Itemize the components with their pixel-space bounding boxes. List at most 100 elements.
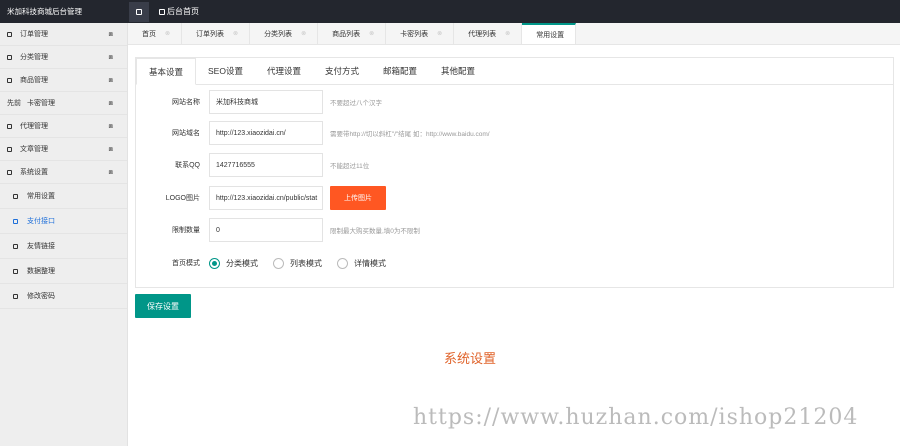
sidebar-item-articles[interactable]: 文章管理 ⧈ bbox=[0, 138, 127, 161]
sidebar-item-products[interactable]: 商品管理 ⧈ bbox=[0, 69, 127, 92]
expand-icon[interactable]: ⧈ bbox=[109, 146, 113, 154]
tab-label: 订单列表 bbox=[196, 30, 225, 38]
qq-row: 联系QQ 1427716555 不能超过11位 bbox=[136, 153, 895, 177]
payment-icon bbox=[13, 218, 18, 224]
sidebar-subitem-label: 数据整理 bbox=[27, 268, 55, 275]
limit-label: 限制数量 bbox=[172, 227, 200, 234]
sidebar-subitem-links[interactable]: 友情链接 bbox=[0, 234, 127, 259]
watermark: https://www.huzhan.com/ishop21204 bbox=[413, 405, 859, 430]
logo-input[interactable]: http://123.xiaozidai.cn/public/stat bbox=[209, 186, 323, 210]
homepage-mode-label: 首页模式 bbox=[172, 260, 200, 267]
top-bar: 米加科技商城后台管理 后台首页 bbox=[0, 0, 900, 23]
radio-list-mode[interactable]: 列表模式 bbox=[273, 257, 322, 269]
tab-orders[interactable]: 订单列表 ⊗ bbox=[182, 23, 251, 44]
qq-hint: 不能超过11位 bbox=[330, 163, 370, 170]
domain-hint: 需要带http://切以斜杠"/"结尾 如：http://www.baidu.c… bbox=[330, 131, 490, 138]
radio-label: 分类模式 bbox=[226, 258, 258, 268]
sidebar-subitem-common-settings[interactable]: 常用设置 bbox=[0, 184, 127, 209]
close-icon[interactable]: ⊗ bbox=[369, 30, 374, 37]
home-link[interactable]: 后台首页 bbox=[159, 6, 199, 17]
sidebar-subitem-label: 常用设置 bbox=[27, 193, 55, 200]
common-settings-icon bbox=[13, 193, 18, 199]
sidebar-item-label: 系统设置 bbox=[20, 169, 48, 176]
sidebar-item-label: 文章管理 bbox=[20, 146, 48, 153]
radio-checked-icon bbox=[209, 257, 220, 269]
expand-icon[interactable]: ⧈ bbox=[109, 100, 113, 108]
homepage-mode-row: 首页模式 分类模式 列表模式 详情模式 bbox=[136, 251, 895, 275]
expand-icon[interactable]: ⧈ bbox=[109, 77, 113, 85]
close-icon[interactable]: ⊗ bbox=[437, 30, 442, 37]
close-icon[interactable]: ⊗ bbox=[301, 30, 306, 37]
tab-label: 代理列表 bbox=[468, 30, 497, 38]
limit-hint: 限制最大购买数量,填0为不限制 bbox=[330, 228, 420, 235]
sidebar-item-system[interactable]: 系统设置 ⧈ bbox=[0, 161, 127, 184]
sidebar-subitem-payment[interactable]: 支付接口 bbox=[0, 209, 127, 234]
articles-icon bbox=[7, 146, 12, 152]
sidebar: 订单管理 ⧈ 分类管理 ⧈ 商品管理 ⧈ 先前 卡密管理 ⧈ 代理管理 ⧈ 文章… bbox=[0, 23, 128, 446]
settings-tab-payment[interactable]: 支付方式 bbox=[313, 58, 371, 84]
site-name-input[interactable]: 米加科技商城 bbox=[209, 90, 323, 114]
sidebar-item-prefix: 先前 bbox=[7, 100, 21, 107]
page-tab-bar: 首页 ⊗ 订单列表 ⊗ 分类列表 ⊗ 商品列表 ⊗ 卡密列表 ⊗ 代理列表 ⊗ 常用设置 bbox=[128, 23, 900, 45]
sidebar-subitem-label: 修改密码 bbox=[27, 293, 55, 300]
tab-cards[interactable]: 卡密列表 ⊗ bbox=[386, 23, 455, 44]
limit-input[interactable]: 0 bbox=[209, 218, 323, 242]
settings-tab-agent[interactable]: 代理设置 bbox=[255, 58, 313, 84]
upload-image-button[interactable]: 上传图片 bbox=[330, 186, 386, 210]
home-link-label: 后台首页 bbox=[167, 7, 199, 16]
tab-label: 商品列表 bbox=[332, 30, 361, 38]
sidebar-item-label: 订单管理 bbox=[20, 31, 48, 38]
tab-agents[interactable]: 代理列表 ⊗ bbox=[454, 23, 523, 44]
close-icon[interactable]: ⊗ bbox=[505, 30, 510, 37]
save-settings-button[interactable]: 保存设置 bbox=[135, 294, 191, 318]
settings-tab-basic[interactable]: 基本设置 bbox=[136, 58, 197, 85]
sidebar-subitem-password[interactable]: 修改密码 bbox=[0, 284, 127, 309]
data-icon bbox=[13, 268, 18, 274]
tab-categories[interactable]: 分类列表 ⊗ bbox=[250, 23, 319, 44]
products-icon bbox=[7, 77, 12, 83]
sidebar-item-label: 代理管理 bbox=[20, 123, 48, 130]
radio-category-mode[interactable]: 分类模式 bbox=[209, 257, 258, 269]
system-icon bbox=[7, 169, 12, 175]
menu-toggle-button[interactable] bbox=[129, 1, 149, 22]
expand-icon[interactable]: ⧈ bbox=[109, 169, 113, 177]
sidebar-item-orders[interactable]: 订单管理 ⧈ bbox=[0, 23, 127, 46]
settings-tab-bar: 基本设置 SEO设置 代理设置 支付方式 邮箱配置 其他配置 bbox=[136, 58, 893, 85]
close-icon[interactable]: ⊗ bbox=[233, 30, 238, 37]
password-icon bbox=[13, 293, 18, 299]
sidebar-item-categories[interactable]: 分类管理 ⧈ bbox=[0, 46, 127, 69]
tab-label: 卡密列表 bbox=[400, 30, 429, 38]
sidebar-item-label: 分类管理 bbox=[20, 54, 48, 61]
tab-label: 首页 bbox=[142, 30, 156, 38]
orders-icon bbox=[7, 31, 12, 37]
site-name-row: 网站名称 米加科技商城 不要超过八个汉字 bbox=[136, 90, 895, 114]
radio-unchecked-icon bbox=[337, 257, 348, 269]
tab-home[interactable]: 首页 ⊗ bbox=[128, 23, 183, 44]
tab-label: 分类列表 bbox=[264, 30, 293, 38]
settings-tab-email[interactable]: 邮箱配置 bbox=[371, 58, 429, 84]
domain-label: 网站域名 bbox=[172, 130, 200, 137]
tab-common-settings[interactable]: 常用设置 bbox=[522, 23, 577, 44]
sidebar-item-label: 卡密管理 bbox=[27, 100, 55, 107]
settings-tab-seo[interactable]: SEO设置 bbox=[196, 58, 255, 84]
sidebar-subitem-label: 友情链接 bbox=[27, 243, 55, 250]
sidebar-item-cards[interactable]: 先前 卡密管理 ⧈ bbox=[0, 92, 127, 115]
close-icon[interactable]: ⊗ bbox=[165, 30, 170, 37]
radio-unchecked-icon bbox=[273, 257, 284, 269]
settings-tab-other[interactable]: 其他配置 bbox=[429, 58, 487, 84]
sidebar-item-agents[interactable]: 代理管理 ⧈ bbox=[0, 115, 127, 138]
radio-detail-mode[interactable]: 详情模式 bbox=[337, 257, 386, 269]
sidebar-subitem-data[interactable]: 数据整理 bbox=[0, 259, 127, 284]
tab-label: 常用设置 bbox=[536, 31, 565, 39]
agents-icon bbox=[7, 123, 12, 129]
qq-input[interactable]: 1427716555 bbox=[209, 153, 323, 177]
site-name-hint: 不要超过八个汉字 bbox=[330, 100, 382, 107]
expand-icon[interactable]: ⧈ bbox=[109, 54, 113, 62]
domain-input[interactable]: http://123.xiaozidai.cn/ bbox=[209, 121, 323, 145]
categories-icon bbox=[7, 54, 12, 60]
site-name-label: 网站名称 bbox=[172, 99, 200, 106]
expand-icon[interactable]: ⧈ bbox=[109, 123, 113, 131]
tab-products[interactable]: 商品列表 ⊗ bbox=[318, 23, 387, 44]
menu-toggle-icon bbox=[136, 8, 142, 15]
expand-icon[interactable]: ⧈ bbox=[109, 31, 113, 39]
